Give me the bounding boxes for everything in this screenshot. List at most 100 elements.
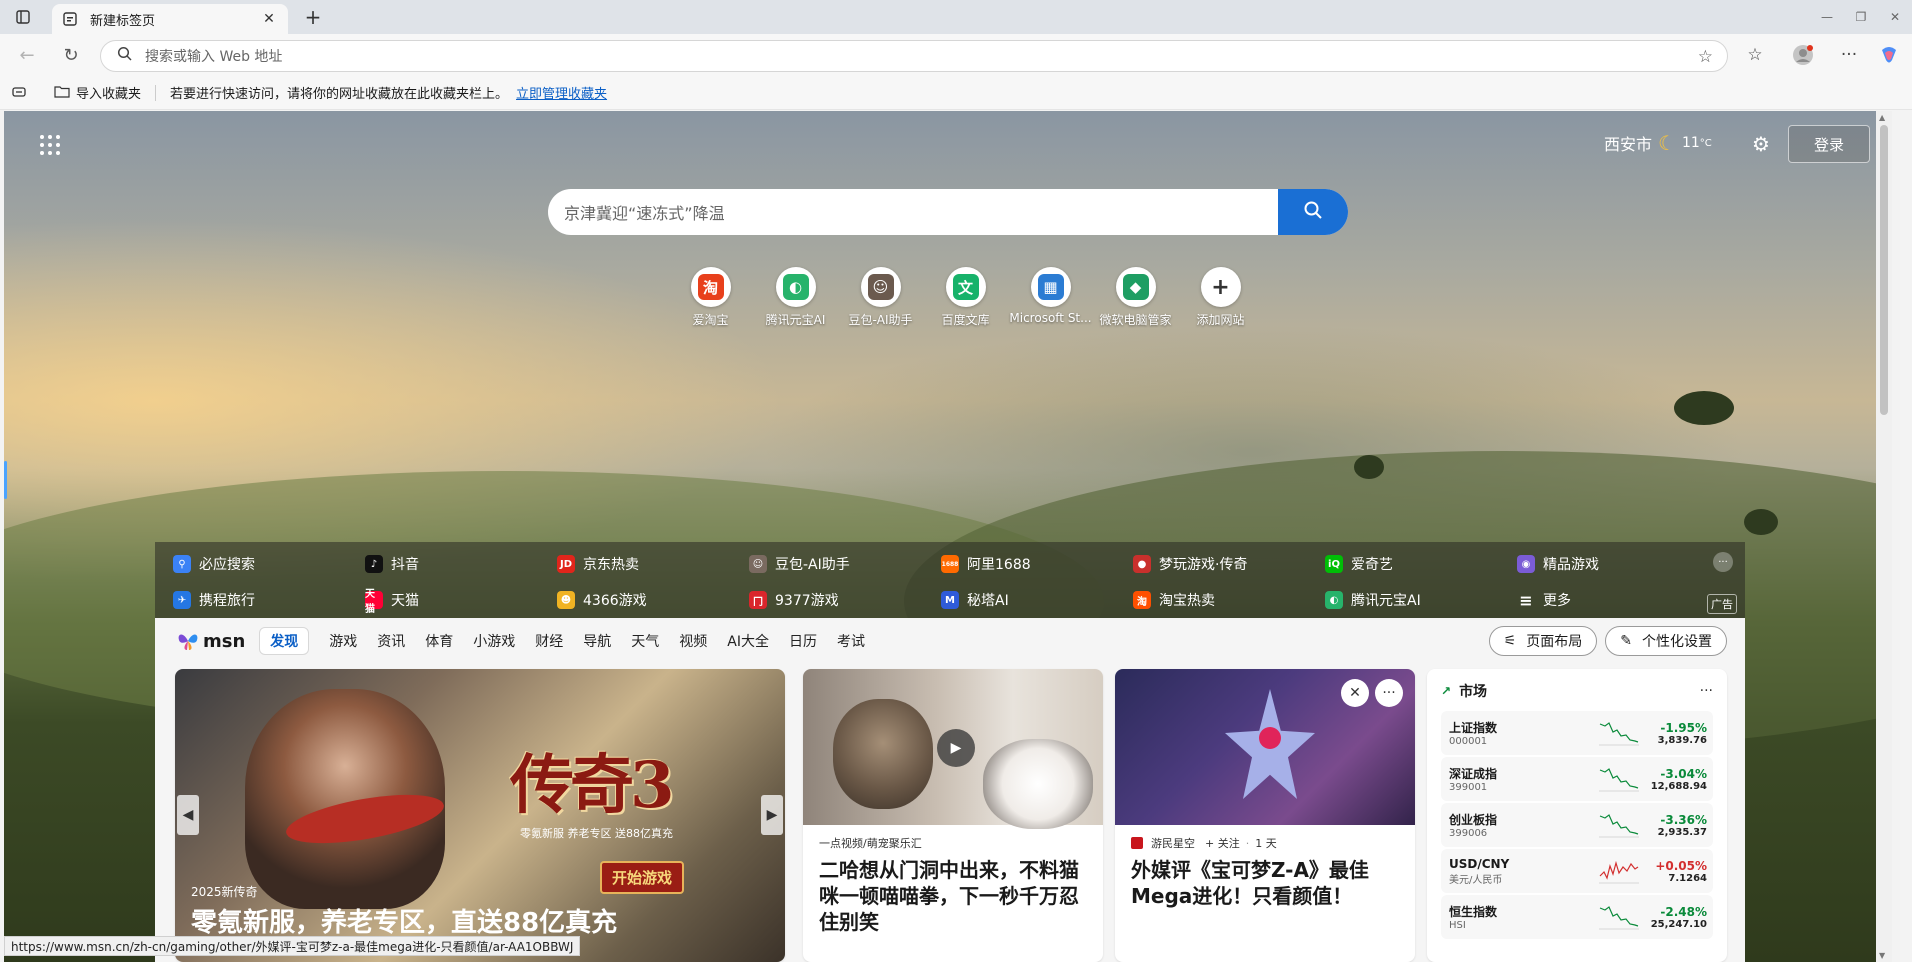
feed-tab[interactable]: 视频 <box>679 631 707 651</box>
personalize-label: 个性化设置 <box>1642 634 1712 650</box>
quick-link-item[interactable]: ◉ 精品游戏 <box>1517 554 1599 574</box>
tab-new-tab[interactable]: 新建标签页 ✕ <box>52 4 288 34</box>
feed-tab[interactable]: 日历 <box>789 631 817 651</box>
copilot-icon[interactable] <box>1876 42 1902 68</box>
moon-icon: ☾ <box>1658 131 1676 155</box>
market-values: -3.36% 2,935.37 <box>1658 813 1707 838</box>
new-tab-button[interactable]: + <box>300 5 326 29</box>
dismiss-icon[interactable]: ✕ <box>1341 679 1369 707</box>
back-icon[interactable]: ← <box>14 42 40 68</box>
tab-actions-icon[interactable] <box>8 6 38 28</box>
start-game-button[interactable]: 开始游戏 <box>600 861 685 894</box>
page-layout-button[interactable]: ⚟ 页面布局 <box>1488 626 1598 656</box>
top-site-tile[interactable]: 文百度文库 <box>923 267 1008 328</box>
scrollbar-thumb[interactable] <box>1880 125 1888 415</box>
feed-tab[interactable]: 天气 <box>631 631 659 651</box>
microsoft-store-icon: ▦ <box>1030 267 1071 307</box>
favorites-bar-icon[interactable] <box>12 86 26 102</box>
quick-link-item[interactable]: iQ 爱奇艺 <box>1325 554 1393 574</box>
market-code: 美元/人民币 <box>1449 874 1503 886</box>
favorites-icon[interactable]: ☆ <box>1742 42 1768 68</box>
msn-logo[interactable]: msn <box>177 631 245 652</box>
news-title[interactable]: 二哈想从门洞中出来，不料猫咪一顿喵喵拳，下一秒千万忍住别笑 <box>803 855 1103 937</box>
news-card[interactable]: ▶ 一点视频/萌宠聚乐汇 二哈想从门洞中出来，不料猫咪一顿喵喵拳，下一秒千万忍住… <box>803 669 1103 962</box>
app-launcher-icon[interactable] <box>38 133 62 157</box>
quick-link-label: 秘塔AI <box>967 593 1009 609</box>
feed-tab[interactable]: 财经 <box>535 631 563 651</box>
quick-link-label: 必应搜索 <box>199 557 255 573</box>
market-row[interactable]: 上证指数 000001 -1.95% 3,839.76 <box>1441 711 1713 755</box>
feed-tab[interactable]: 发现 <box>259 627 310 655</box>
scroll-down-icon[interactable]: ▼ <box>1879 951 1885 960</box>
feed-tab[interactable]: 考试 <box>837 631 865 651</box>
top-site-tile[interactable]: ☺ 豆包-AI助手 <box>838 267 923 328</box>
page-scrollbar[interactable]: ▲ ▼ <box>1876 111 1892 962</box>
search-input[interactable]: 京津冀迎“速冻式”降温 <box>548 189 1278 235</box>
market-row[interactable]: 深证成指 399001 -3.04% 12,688.94 <box>1441 757 1713 801</box>
restore-icon[interactable]: ❐ <box>1844 0 1878 34</box>
web-search-box[interactable]: 京津冀迎“速冻式”降温 <box>548 189 1348 235</box>
login-button[interactable]: 登录 <box>1788 125 1870 163</box>
top-site-tile[interactable]: ▦ Microsoft St... <box>1008 267 1093 328</box>
quick-link-item[interactable]: ⚲ 必应搜索 <box>173 554 255 574</box>
market-row[interactable]: 创业板指 399006 -3.36% 2,935.37 <box>1441 803 1713 847</box>
game-logo: 传奇3 <box>510 748 675 823</box>
more-options-icon[interactable]: ··· <box>1713 552 1733 572</box>
personalize-button[interactable]: ✎ 个性化设置 <box>1605 626 1727 656</box>
quick-link-item[interactable]: 天猫 天猫 <box>365 589 419 615</box>
feed-tab[interactable]: 资讯 <box>377 631 405 651</box>
settings-gear-icon[interactable]: ⚙ <box>1746 129 1776 159</box>
quick-link-item[interactable]: ☻ 4366游戏 <box>557 590 647 610</box>
quick-link-item[interactable]: ♪ 抖音 <box>365 554 419 574</box>
quick-link-label: 抖音 <box>391 557 419 573</box>
card-more-icon[interactable]: ··· <box>1375 679 1403 707</box>
feed-tab[interactable]: 游戏 <box>329 631 357 651</box>
quick-link-item[interactable]: ◐ 腾讯元宝AI <box>1325 590 1421 610</box>
top-site-tile[interactable]: + 添加网站 <box>1178 267 1263 328</box>
quick-link-item[interactable]: 淘淘宝热卖 <box>1133 590 1215 610</box>
scroll-up-icon[interactable]: ▲ <box>1879 113 1885 122</box>
carousel-prev-icon[interactable]: ◀ <box>177 795 199 835</box>
top-site-label: 腾讯元宝AI <box>765 313 826 327</box>
left-handle[interactable] <box>4 461 7 499</box>
refresh-icon[interactable]: ↻ <box>58 42 84 68</box>
import-favorites-button[interactable]: 导入收藏夹 <box>54 83 141 102</box>
market-row[interactable]: 恒生指数 HSI -2.48% 25,247.10 <box>1441 895 1713 939</box>
quick-link-item[interactable]: JD 京东热卖 <box>557 554 639 574</box>
search-submit-button[interactable] <box>1278 189 1348 235</box>
quick-link-item[interactable]: ☺ 豆包-AI助手 <box>749 554 850 574</box>
top-site-tile[interactable]: ◆ 微软电脑管家 <box>1093 267 1178 328</box>
more-menu-icon[interactable]: ··· <box>1836 42 1862 68</box>
feed-tab[interactable]: 导航 <box>583 631 611 651</box>
follow-button[interactable]: + 关注 <box>1205 835 1240 851</box>
feed-tab[interactable]: 体育 <box>425 631 453 651</box>
feed-tab[interactable]: 小游戏 <box>473 631 515 651</box>
market-more-icon[interactable]: ··· <box>1700 683 1713 699</box>
manage-favorites-link[interactable]: 立即管理收藏夹 <box>516 83 607 102</box>
carousel-next-icon[interactable]: ▶ <box>761 795 783 835</box>
top-site-label: Microsoft St... <box>1009 311 1092 325</box>
minimize-icon[interactable]: — <box>1810 0 1844 34</box>
weather-widget[interactable]: 西安市 ☾ 11 °C <box>1604 131 1712 155</box>
close-tab-icon[interactable]: ✕ <box>260 10 278 28</box>
quick-link-item[interactable]: ≡ 更多 <box>1517 590 1571 610</box>
news-title[interactable]: 外媒评《宝可梦Z-A》最佳Mega进化！只看颜值！ <box>1115 855 1415 911</box>
hero-headline[interactable]: 零氪新服，养老专区，直送88亿真充 <box>191 902 617 939</box>
market-row[interactable]: USD/CNY 美元/人民币 +0.05% 7.1264 <box>1441 849 1713 893</box>
quick-link-label: 腾讯元宝AI <box>1351 593 1421 609</box>
address-bar[interactable]: 搜索或输入 Web 地址 ☆ <box>100 40 1728 72</box>
favorite-star-icon[interactable]: ☆ <box>1698 47 1713 67</box>
close-window-icon[interactable]: ✕ <box>1878 0 1912 34</box>
news-card[interactable]: ✕ ··· 游民星空 + 关注 · 1 天 外媒评《宝可梦Z-A》最佳Mega进… <box>1115 669 1415 962</box>
quick-link-item[interactable]: 冂 9377游戏 <box>749 590 839 610</box>
top-site-tile[interactable]: ◐ 腾讯元宝AI <box>753 267 838 328</box>
profile-avatar-icon[interactable] <box>1790 42 1816 68</box>
quick-link-item[interactable]: ✈ 携程旅行 <box>173 590 255 610</box>
play-video-icon[interactable]: ▶ <box>937 729 975 767</box>
top-site-tile[interactable]: 淘爱淘宝 <box>668 267 753 328</box>
quick-link-item[interactable]: 1688 阿里1688 <box>941 554 1031 574</box>
hero-ad-card[interactable]: 传奇3 零氪新服 养老专区 送88亿真充 开始游戏 ◀ ▶ 2025新传奇 零氪… <box>175 669 785 962</box>
feed-tab[interactable]: AI大全 <box>727 631 769 651</box>
quick-link-item[interactable]: ● 梦玩游戏·传奇 <box>1133 554 1247 574</box>
quick-link-item[interactable]: M 秘塔AI <box>941 590 1009 610</box>
